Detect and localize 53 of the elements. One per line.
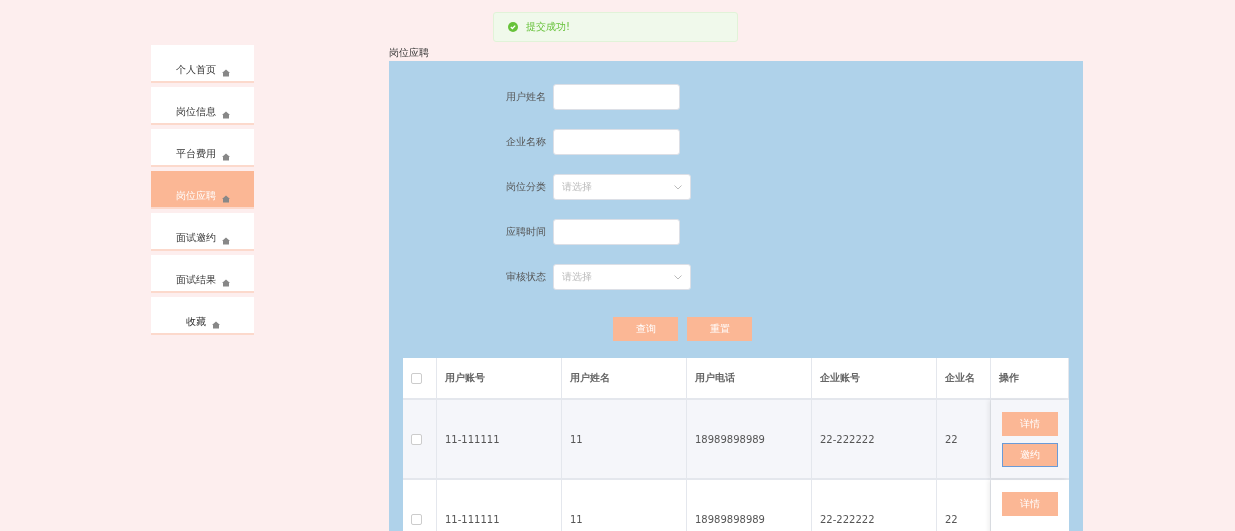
checkbox[interactable] [411, 372, 422, 384]
search-button[interactable]: 查询 [613, 317, 678, 341]
table-cell: 22 [937, 480, 991, 531]
home-icon [221, 279, 230, 287]
table-cell: 22-222222 [812, 480, 937, 531]
checkbox[interactable] [411, 513, 422, 525]
column-header: 操作 [991, 358, 1069, 398]
table-cell: 11 [562, 480, 687, 531]
table-cell: 22 [937, 400, 991, 478]
sidebar-item[interactable]: 面试结果 [151, 255, 254, 293]
input-field[interactable] [553, 219, 680, 245]
home-icon [221, 237, 230, 245]
details-button[interactable]: 详情 [1002, 412, 1058, 436]
column-header: 企业账号 [812, 358, 937, 398]
toast-message: 提交成功! [526, 20, 570, 34]
field-label: 审核状态 [505, 270, 546, 284]
check-circle-icon [508, 22, 518, 32]
home-icon [221, 153, 230, 161]
reset-button[interactable]: 重置 [687, 317, 752, 341]
table-cell: 11 [562, 400, 687, 478]
column-header: 用户账号 [437, 358, 562, 398]
table-cell: 18989898989 [687, 400, 812, 478]
table-cell: 22-222222 [812, 400, 937, 478]
sidebar-item[interactable]: 个人首页 [151, 45, 254, 83]
chevron-down-icon [674, 184, 682, 190]
details-button[interactable]: 详情 [1002, 492, 1058, 516]
field-label: 企业名称 [505, 135, 546, 149]
table-cell: 18989898989 [687, 480, 812, 531]
table-cell: 11-111111 [437, 480, 562, 531]
select-field[interactable]: 请选择 [553, 174, 691, 200]
sidebar-item[interactable]: 岗位应聘 [151, 171, 254, 209]
sidebar-item[interactable]: 岗位信息 [151, 87, 254, 125]
column-header: 企业名 [937, 358, 991, 398]
home-icon [221, 69, 230, 77]
column-header: 用户姓名 [562, 358, 687, 398]
home-icon [221, 195, 230, 203]
page-title: 岗位应聘 [389, 46, 430, 60]
home-icon [221, 111, 230, 119]
sidebar-item[interactable]: 面试邀约 [151, 213, 254, 251]
table-cell: 11-111111 [437, 400, 562, 478]
select-field[interactable]: 请选择 [553, 264, 691, 290]
field-label: 岗位分类 [505, 180, 546, 194]
field-label: 用户姓名 [505, 90, 546, 104]
sidebar-item[interactable]: 平台费用 [151, 129, 254, 167]
field-label: 应聘时间 [505, 225, 546, 239]
column-header: 用户电话 [687, 358, 812, 398]
chevron-down-icon [674, 274, 682, 280]
sidebar-item[interactable]: 收藏 [151, 297, 254, 335]
home-icon [211, 321, 220, 329]
input-field[interactable] [553, 129, 680, 155]
input-field[interactable] [553, 84, 680, 110]
checkbox[interactable] [411, 433, 422, 445]
invite-button[interactable]: 邀约 [1002, 443, 1058, 467]
